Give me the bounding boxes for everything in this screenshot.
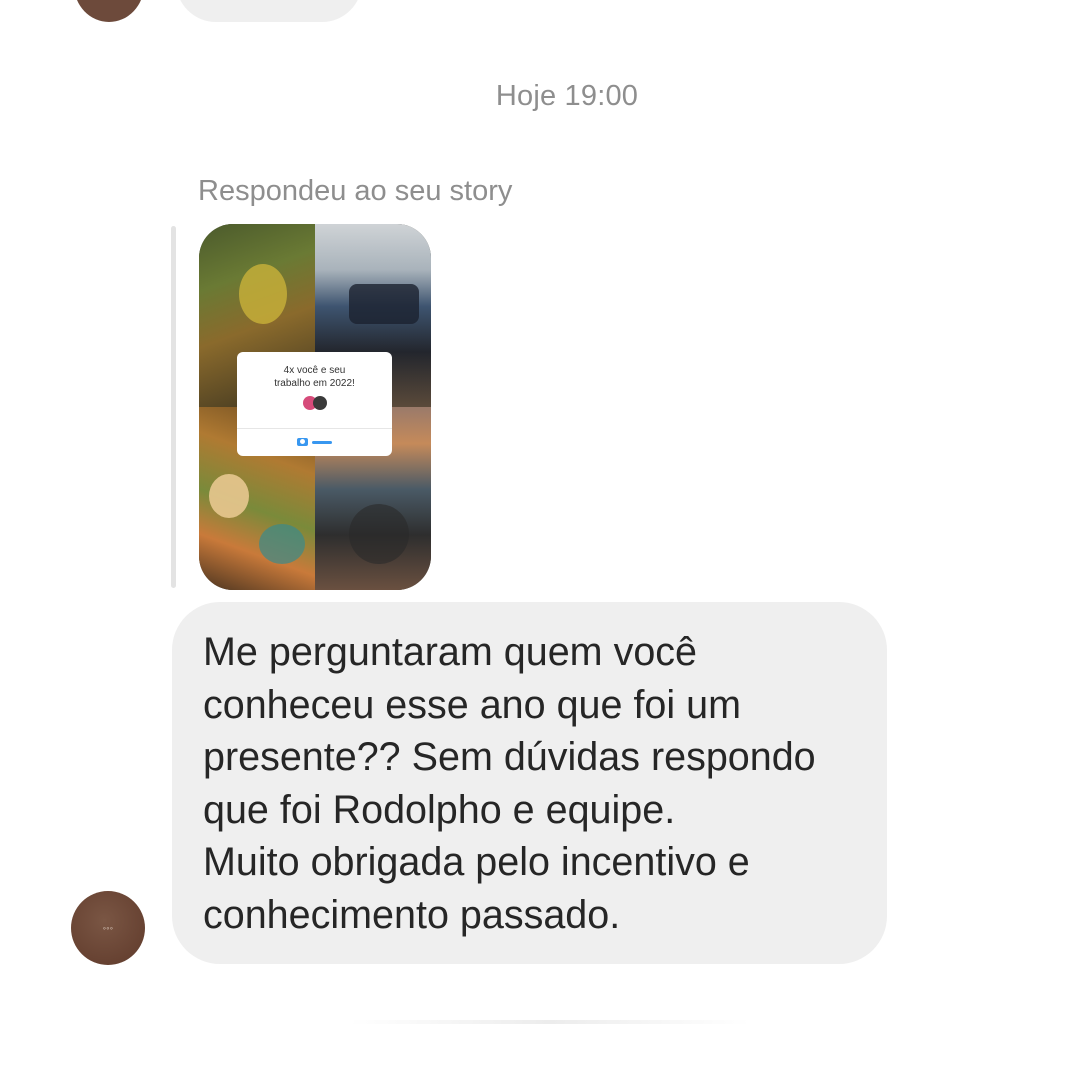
previous-sender-avatar[interactable] — [74, 0, 144, 22]
story-sticker-button — [237, 434, 392, 450]
sender-avatar[interactable]: ◦◦◦ — [71, 891, 145, 965]
story-sticker-card: 4x você e seu trabalho em 2022! — [237, 352, 392, 456]
divider — [350, 1020, 750, 1024]
story-thumbnail[interactable]: 4x você e seu trabalho em 2022! — [199, 224, 431, 590]
story-sticker-text-line: 4x você e seu — [283, 365, 346, 376]
camera-icon — [297, 438, 308, 446]
message-text-line: presente?? Sem dúvidas respondo — [203, 735, 816, 779]
story-sticker-text-line: trabalho em 2022! — [274, 378, 355, 389]
message-bubble[interactable]: Me perguntaram quem você conheceu esse a… — [172, 602, 887, 964]
avatar-logo-icon: ◦◦◦ — [102, 923, 114, 933]
message-text-line: conheceu esse ano que foi um — [203, 682, 742, 727]
message-text-line: Me perguntaram quem você — [203, 630, 698, 674]
story-reply-label: Respondeu ao seu story — [198, 175, 513, 207]
mini-avatar — [312, 396, 327, 410]
message-timestamp: Hoje 19:00 — [495, 80, 639, 112]
message-text-line: Muito obrigada pelo incentivo e — [203, 840, 750, 884]
reply-indicator-bar — [171, 226, 176, 588]
dm-thread: Hoje 19:00 Respondeu ao seu story 4x voc… — [0, 0, 1080, 1080]
message-text-line: que foi Rodolpho e equipe. — [203, 787, 676, 832]
previous-message-bubble[interactable] — [176, 0, 362, 22]
story-sticker-avatars — [237, 396, 392, 412]
divider — [237, 428, 392, 429]
message-text-line: conhecimento passado. — [203, 892, 621, 937]
